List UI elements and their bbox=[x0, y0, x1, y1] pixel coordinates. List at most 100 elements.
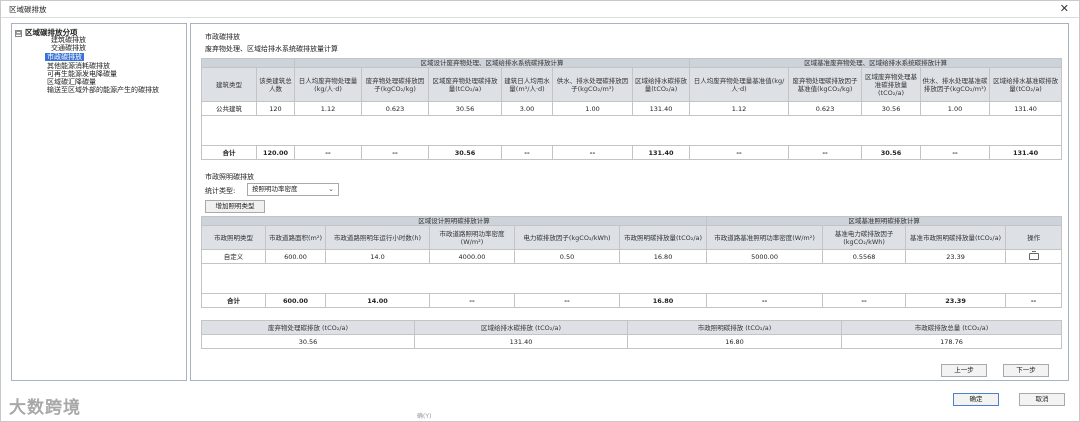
title-bar: 区域碳排放 ✕ bbox=[1, 1, 1079, 18]
municipal-section-title: 市政碳排放 bbox=[205, 33, 240, 41]
tree-item-traffic[interactable]: 交通碳排放 bbox=[49, 44, 88, 52]
sum-cell: -- bbox=[706, 293, 824, 308]
municipal-table: 区域设计废弃物处理、区域给排水系统碳排放计算 区域基准废弃物处理、区域给排水系统… bbox=[200, 58, 1063, 160]
sum-cell: 30.56 bbox=[861, 145, 922, 160]
table-cell: 23.39 bbox=[905, 249, 1007, 264]
column-header: 区域给排水碳排放量(tCO₂/a) bbox=[631, 67, 691, 102]
column-header: 市政照明碳排放量(tCO₂/a) bbox=[618, 225, 708, 250]
table-cell: 1.00 bbox=[552, 101, 633, 116]
collapse-icon[interactable]: ⊟ bbox=[15, 30, 22, 37]
sum-cell: 合计 bbox=[201, 293, 266, 308]
sum-cell: -- bbox=[920, 145, 991, 160]
tree-item-export-energy[interactable]: 输送至区域外部的能源产生的碳排放 bbox=[45, 86, 161, 94]
sum-cell: -- bbox=[689, 145, 790, 160]
operation-cell bbox=[1005, 249, 1063, 264]
tree-item-municipal[interactable]: 市政碳排放 bbox=[45, 53, 84, 61]
lighting-group-design: 区域设计照明碳排放计算 bbox=[200, 216, 708, 226]
empty-row bbox=[200, 115, 1063, 146]
table-cell: 自定义 bbox=[201, 249, 266, 264]
sum-cell: -- bbox=[294, 145, 362, 160]
table-cell: 0.623 bbox=[361, 101, 429, 116]
table-cell: 4000.00 bbox=[429, 249, 515, 264]
sum-cell: 131.40 bbox=[989, 145, 1063, 160]
sum-cell: 30.56 bbox=[428, 145, 502, 160]
column-header: 市政道路照明年运行小时数(h) bbox=[325, 225, 430, 250]
table-cell: 120 bbox=[256, 101, 295, 116]
municipal-group-baseline: 区域基准废弃物处理、区域给排水系统碳排放计算 bbox=[689, 58, 1063, 68]
stat-type-value: 按照明功率密度 bbox=[252, 185, 298, 193]
summary-header: 市政照明碳排放 (tCO₂/a) bbox=[627, 320, 842, 335]
column-header: 废弃物处理碳排放因子基准值(kgCO₂/kg) bbox=[788, 67, 863, 102]
table-cell: 1.00 bbox=[920, 101, 991, 116]
table-cell: 5000.00 bbox=[706, 249, 824, 264]
column-header: 市政道路基准照明功率密度(W/m²) bbox=[706, 225, 824, 250]
municipal-group-design: 区域设计废弃物处理、区域给排水系统碳排放计算 bbox=[293, 58, 691, 68]
column-header: 建筑日人均用水量(m³/人·d) bbox=[501, 67, 553, 102]
close-icon[interactable]: ✕ bbox=[1060, 2, 1069, 16]
sum-cell: -- bbox=[552, 145, 633, 160]
table-row[interactable]: 自定义 600.00 14.0 4000.00 0.50 16.80 5000.00 0.55… bbox=[201, 249, 1063, 264]
sum-cell: -- bbox=[514, 293, 620, 308]
sum-cell: -- bbox=[822, 293, 907, 308]
table-cell: 3.00 bbox=[501, 101, 553, 116]
main-panel: 市政碳排放 废弃物处理、区域给排水系统碳排放量计算 区域设计废弃物处理、区域给排… bbox=[190, 23, 1069, 381]
lighting-group-baseline: 区域基准照明碳排放计算 bbox=[706, 216, 1063, 226]
lighting-table: 区域设计照明碳排放计算 区域基准照明碳排放计算 市政照明类型 市政道路面积(m²)… bbox=[200, 216, 1063, 308]
table-cell: 公共建筑 bbox=[201, 101, 257, 116]
tree-item-other-energy[interactable]: 其他能源消耗碳排放 bbox=[45, 62, 112, 70]
ok-button[interactable]: 确定 bbox=[953, 393, 999, 406]
column-header: 区域废弃物处理基准碳排放量(tCO₂/a) bbox=[861, 67, 922, 102]
table-cell: 1.12 bbox=[294, 101, 362, 116]
column-header: 市政照明类型 bbox=[201, 225, 266, 250]
sum-cell: 16.80 bbox=[618, 293, 708, 308]
dialog-window: 区域碳排放 ✕ ⊟ 区域碳排放分项 建筑碳排放 交通碳排放 市政碳排放 其他能源消… bbox=[0, 0, 1080, 422]
table-cell: 131.40 bbox=[631, 101, 691, 116]
column-header: 电力碳排放因子(kgCO₂/kWh) bbox=[514, 225, 620, 250]
sum-cell: 131.40 bbox=[631, 145, 691, 160]
empty-row bbox=[200, 263, 1063, 294]
column-header: 日人均废弃物处理量基准值(kg/人·d) bbox=[689, 67, 790, 102]
column-header: 市政道路面积(m²) bbox=[265, 225, 326, 250]
cancel-button[interactable]: 取消 bbox=[1019, 393, 1065, 406]
tree-item-carbon-sink[interactable]: 区域碳汇降碳量 bbox=[45, 78, 98, 86]
column-header: 区域废弃物处理碳排放量(tCO₂/a) bbox=[428, 67, 502, 102]
next-step-button[interactable]: 下一步 bbox=[1003, 364, 1049, 377]
sum-cell: -- bbox=[429, 293, 515, 308]
sum-row: 合计 120.00 -- -- 30.56 -- -- 131.40 -- -- 30.56 -- 13… bbox=[201, 145, 1063, 160]
column-header: 该类建筑总人数 bbox=[256, 67, 295, 102]
stat-type-label: 统计类型: bbox=[205, 187, 236, 195]
category-tree: ⊟ 区域碳排放分项 建筑碳排放 交通碳排放 市政碳排放 其他能源消耗碳排放 可再生… bbox=[11, 23, 187, 381]
stray-label: 确(Y) bbox=[417, 413, 432, 420]
summary-header: 市政碳排放总量 (tCO₂/a) bbox=[841, 320, 1062, 335]
table-cell: 600.00 bbox=[265, 249, 326, 264]
delete-icon[interactable] bbox=[1028, 251, 1039, 260]
sum-cell: 120.00 bbox=[256, 145, 295, 160]
add-lighting-type-button[interactable]: 增加照明类型 bbox=[205, 200, 265, 213]
sum-cell: -- bbox=[1005, 293, 1063, 308]
sum-cell: -- bbox=[501, 145, 553, 160]
sum-cell: -- bbox=[361, 145, 429, 160]
column-header: 建筑类型 bbox=[201, 67, 257, 102]
tree-item-building[interactable]: 建筑碳排放 bbox=[49, 36, 88, 44]
table-cell: 0.5568 bbox=[822, 249, 907, 264]
column-header: 操作 bbox=[1005, 225, 1063, 250]
summary-header: 区域给排水碳排放 (tCO₂/a) bbox=[414, 320, 628, 335]
tree-item-renewable[interactable]: 可再生能源发电降碳量 bbox=[45, 70, 119, 78]
sum-cell: 600.00 bbox=[265, 293, 326, 308]
table-row[interactable]: 公共建筑 120 1.12 0.623 30.56 3.00 1.00 131.40 1.12 0… bbox=[201, 101, 1063, 116]
column-header: 市政道路照明功率密度(W/m²) bbox=[429, 225, 515, 250]
column-header: 基准市政照明碳排放量(tCO₂/a) bbox=[905, 225, 1007, 250]
window-title: 区域碳排放 bbox=[9, 5, 47, 14]
summary-row: 30.56 131.40 16.80 178.76 bbox=[201, 334, 1062, 349]
summary-value: 16.80 bbox=[627, 334, 842, 349]
sum-cell: 14.00 bbox=[325, 293, 430, 308]
summary-value: 30.56 bbox=[201, 334, 415, 349]
summary-value: 178.76 bbox=[841, 334, 1062, 349]
column-header: 日人均废弃物处理量(kg/人·d) bbox=[294, 67, 362, 102]
header-spacer bbox=[201, 58, 295, 68]
stat-type-select[interactable]: 按照明功率密度 ⌄ bbox=[247, 183, 339, 196]
summary-value: 131.40 bbox=[414, 334, 628, 349]
sum-cell: -- bbox=[788, 145, 863, 160]
column-header: 废弃物处理碳排放因子(kgCO₂/kg) bbox=[361, 67, 429, 102]
prev-step-button[interactable]: 上一步 bbox=[941, 364, 987, 377]
